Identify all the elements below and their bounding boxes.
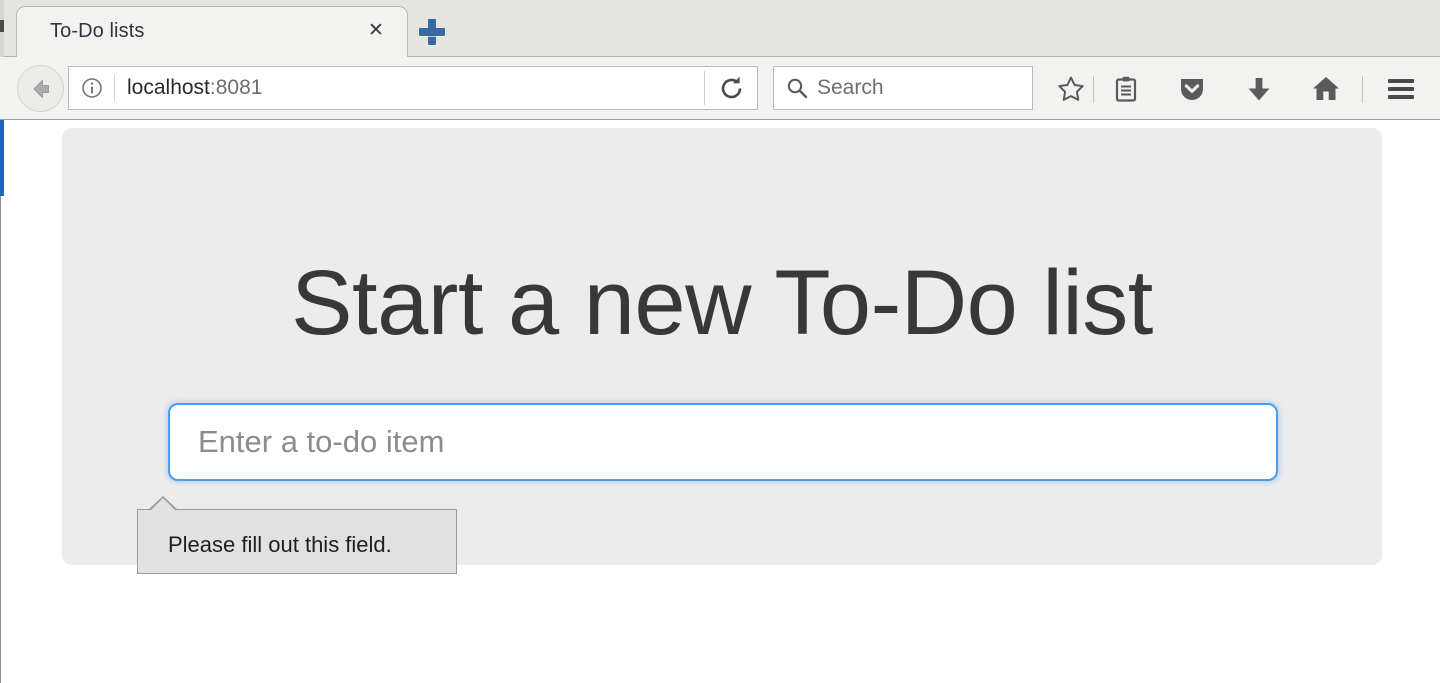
window-edge-marker [0, 20, 4, 32]
navigation-toolbar: localhost:8081 [0, 57, 1440, 120]
tab-strip: To-Do lists ✕ [0, 0, 1440, 57]
plus-icon [419, 19, 445, 45]
page-title: Start a new To-Do list [291, 252, 1153, 354]
hamburger-menu-button[interactable] [1379, 67, 1423, 111]
validation-tooltip-message: Please fill out this field. [168, 532, 392, 557]
bookmark-star-button[interactable] [1049, 67, 1093, 111]
tab-title: To-Do lists [50, 20, 145, 42]
back-arrow-icon [33, 79, 49, 98]
new-tab-button[interactable] [409, 10, 455, 54]
download-arrow-icon [1248, 78, 1270, 101]
pocket-button[interactable] [1170, 67, 1214, 111]
url-text: localhost:8081 [127, 76, 704, 100]
url-bar[interactable]: localhost:8081 [68, 66, 758, 110]
toolbar-separator [1362, 76, 1363, 103]
reload-button[interactable] [705, 67, 757, 109]
search-input[interactable] [817, 76, 1007, 100]
page-viewport: Start a new To-Do list Please fill out t… [0, 120, 1440, 683]
home-button[interactable] [1304, 67, 1348, 111]
window-edge-sliver [0, 0, 4, 57]
browser-tab-to-do-lists[interactable]: To-Do lists ✕ [16, 6, 408, 57]
star-icon [1058, 76, 1084, 101]
home-icon [1313, 77, 1339, 100]
toolbar-separator [1093, 76, 1094, 103]
url-host: localhost [127, 76, 210, 99]
validation-tooltip: Please fill out this field. [137, 496, 457, 574]
browser-window: To-Do lists ✕ localhost:8081 Search Star… [0, 0, 1440, 683]
reload-icon [721, 76, 741, 98]
pocket-shield-icon [1181, 79, 1203, 100]
reading-list-button[interactable] [1104, 67, 1148, 111]
back-button[interactable] [17, 65, 64, 112]
tooltip-arrow-fill [150, 498, 176, 511]
urlbar-identity-separator [114, 75, 115, 101]
search-bar[interactable] [773, 66, 1033, 110]
clipboard-icon [1115, 76, 1137, 102]
todo-item-input[interactable] [168, 403, 1278, 481]
new-todo-form [168, 403, 1278, 481]
viewport-left-border [0, 120, 1, 683]
search-icon [785, 76, 809, 100]
downloads-button[interactable] [1237, 67, 1281, 111]
hamburger-menu-icon [1388, 79, 1414, 99]
tab-close-icon[interactable]: ✕ [365, 19, 387, 41]
info-icon[interactable] [81, 77, 103, 99]
url-port: :8081 [209, 76, 263, 99]
background-window-accent [0, 120, 4, 196]
